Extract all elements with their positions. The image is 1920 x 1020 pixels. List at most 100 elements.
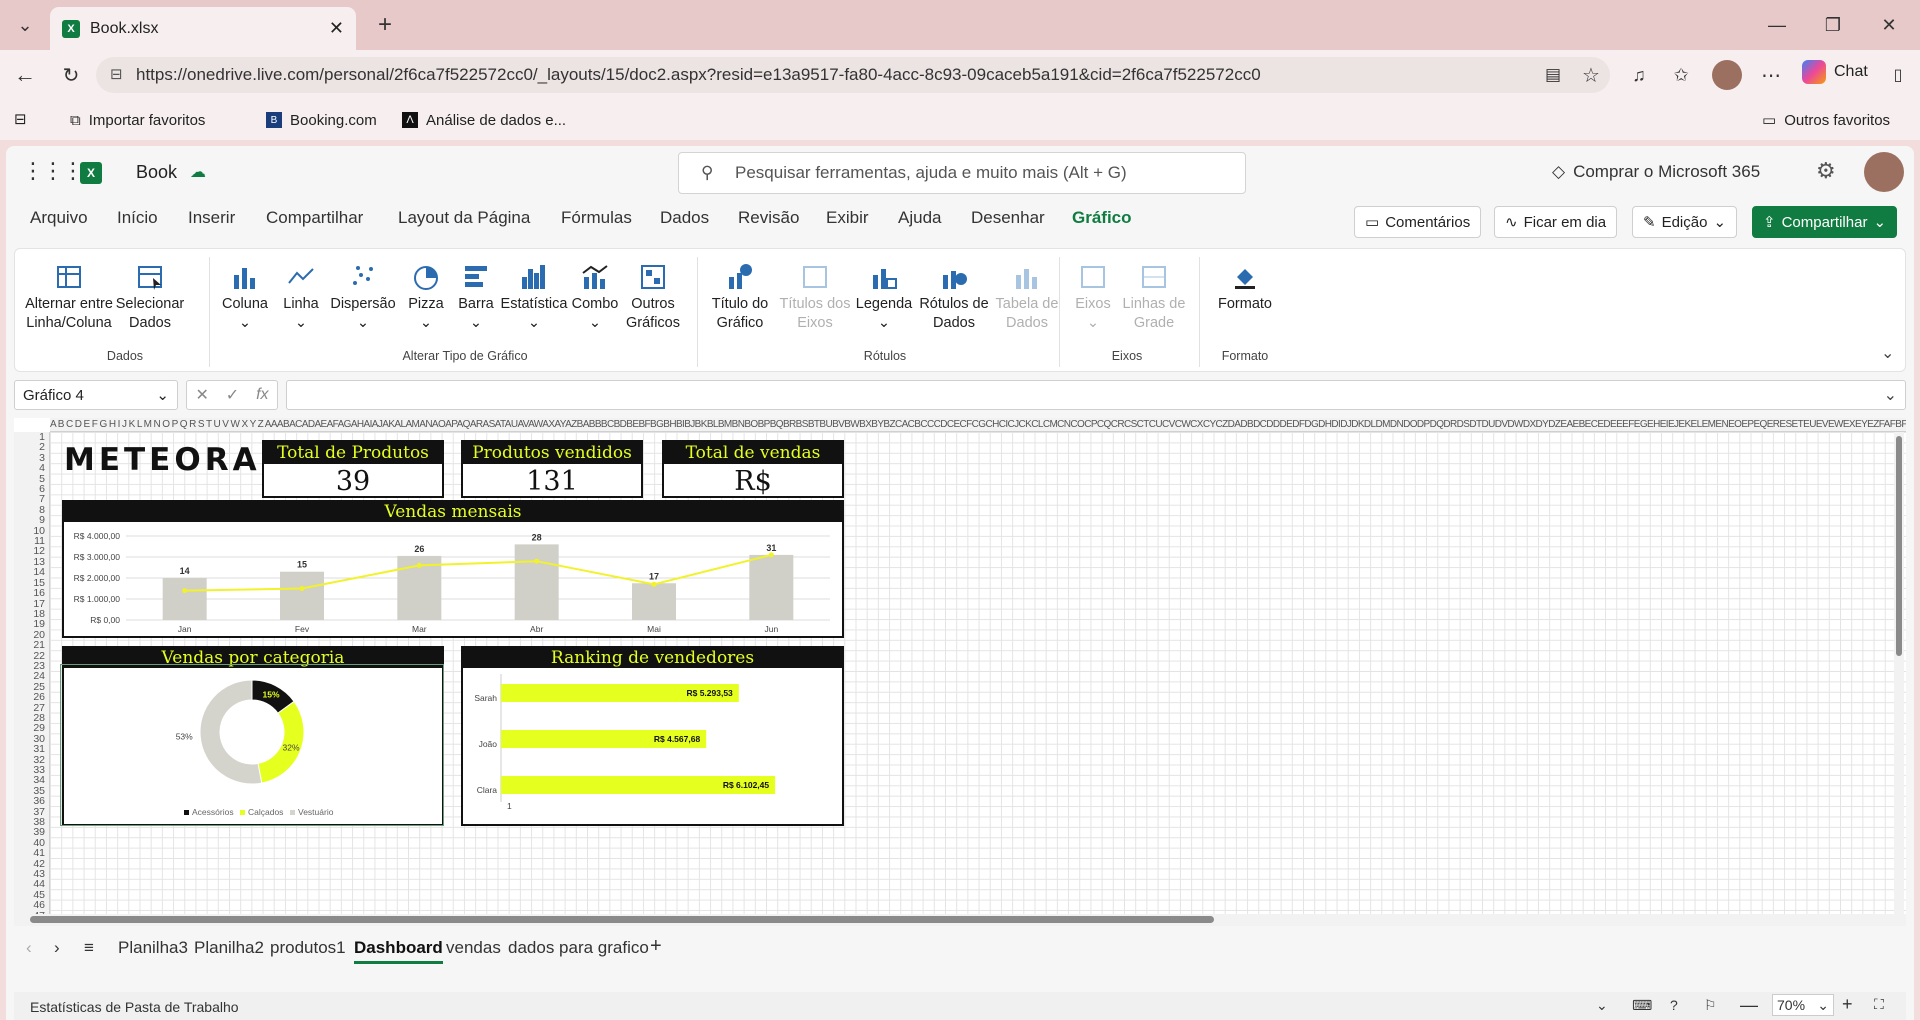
- menu-formulas[interactable]: Fórmulas: [561, 208, 632, 228]
- bar[interactable]: [632, 583, 676, 620]
- line-point[interactable]: [768, 552, 774, 558]
- saved-cloud-icon[interactable]: ☁: [190, 162, 206, 182]
- donut-slice[interactable]: [199, 679, 263, 785]
- search-box[interactable]: ⚲ Pesquisar ferramentas, ajuda e muito m…: [678, 152, 1246, 194]
- chart-title-button[interactable]: Título do Gráfico: [705, 255, 775, 333]
- line-point[interactable]: [416, 562, 422, 568]
- all-sheets-menu-icon[interactable]: ≡: [84, 938, 94, 958]
- menu-desenhar[interactable]: Desenhar: [971, 208, 1045, 228]
- kpi-total-vendas[interactable]: Total de vendas R$ 15.963,66: [662, 440, 844, 533]
- editing-mode-button[interactable]: ✎ Edição ⌄: [1632, 206, 1738, 238]
- line-point[interactable]: [182, 588, 188, 594]
- menu-layout[interactable]: Layout da Página: [398, 208, 530, 228]
- line-point[interactable]: [534, 558, 540, 564]
- browser-tab[interactable]: X Book.xlsx ✕: [50, 7, 356, 50]
- sheet-tab-produtos1[interactable]: produtos1: [270, 938, 346, 958]
- column-chart-button[interactable]: Coluna ⌄: [217, 255, 273, 333]
- app-launcher-icon[interactable]: ⋮⋮⋮: [22, 158, 84, 184]
- menu-inicio[interactable]: Início: [117, 208, 158, 228]
- menu-compartilhar[interactable]: Compartilhar: [266, 208, 363, 228]
- kpi-total-produtos[interactable]: Total de Produtos 39: [262, 440, 444, 498]
- axes-button[interactable]: Eixos ⌄: [1069, 255, 1117, 333]
- bar[interactable]: [162, 578, 207, 620]
- next-sheet-icon[interactable]: ›: [54, 938, 60, 958]
- fit-screen-icon[interactable]: ⛶: [1874, 996, 1884, 1013]
- menu-exibir[interactable]: Exibir: [826, 208, 869, 228]
- comments-button[interactable]: ▭ Comentários: [1354, 206, 1482, 238]
- sheet-tab-vendas[interactable]: vendas: [446, 938, 501, 958]
- zoom-in-icon[interactable]: +: [1842, 994, 1853, 1015]
- keyboard-icon[interactable]: ⌨: [1632, 997, 1652, 1014]
- back-icon[interactable]: ←: [2, 55, 48, 95]
- copilot-chat-button[interactable]: Chat: [1802, 60, 1868, 84]
- name-box[interactable]: Gráfico 4 ⌄: [14, 380, 178, 410]
- close-window-icon[interactable]: ✕: [1866, 5, 1912, 45]
- select-data-button[interactable]: Selecionar Dados: [115, 255, 185, 333]
- gridlines-button[interactable]: Linhas de Grade: [1119, 255, 1189, 333]
- statistic-chart-button[interactable]: Estatística ⌄: [499, 255, 569, 333]
- sheet-tab-dados-grafico[interactable]: dados para grafico: [508, 938, 649, 958]
- document-name[interactable]: Book: [136, 162, 177, 183]
- buy-microsoft-365[interactable]: ◇ Comprar o Microsoft 365: [1552, 162, 1760, 182]
- switch-row-column-button[interactable]: Alternar entre Linha/Coluna: [23, 255, 115, 333]
- close-tab-icon[interactable]: ✕: [329, 18, 344, 39]
- menu-arquivo[interactable]: Arquivo: [30, 208, 88, 228]
- help-icon[interactable]: ?: [1670, 997, 1678, 1013]
- favorite-booking[interactable]: B Booking.com: [266, 108, 377, 132]
- bar[interactable]: [514, 544, 559, 620]
- insert-function-icon[interactable]: fx: [256, 386, 268, 404]
- other-charts-button[interactable]: Outros Gráficos: [621, 255, 685, 333]
- line-point[interactable]: [299, 586, 305, 591]
- data-table-button[interactable]: Tabela de Dados: [989, 255, 1065, 333]
- feedback-icon[interactable]: ⚐: [1704, 997, 1717, 1014]
- legend-button[interactable]: Legenda ⌄: [851, 255, 917, 333]
- workbook-statistics[interactable]: Estatísticas de Pasta de Trabalho: [30, 999, 239, 1015]
- confirm-icon[interactable]: ✓: [226, 385, 239, 405]
- horizontal-scroll-thumb[interactable]: [30, 916, 1214, 923]
- maximize-icon[interactable]: ❐: [1810, 5, 1856, 45]
- pie-chart-button[interactable]: Pizza ⌄: [401, 255, 451, 333]
- favorite-star-icon[interactable]: ☆: [1568, 55, 1614, 95]
- line-point[interactable]: [651, 581, 657, 587]
- kpi-produtos-vendidos[interactable]: Produtos vendidos 131: [461, 440, 643, 498]
- combo-chart-button[interactable]: Combo ⌄: [569, 255, 621, 333]
- catch-up-button[interactable]: ∿ Ficar em dia: [1494, 206, 1618, 238]
- media-icon[interactable]: ♫: [1616, 55, 1662, 95]
- data-labels-button[interactable]: Rótulos de Dados: [913, 255, 995, 333]
- menu-revisao[interactable]: Revisão: [738, 208, 799, 228]
- zoom-out-icon[interactable]: —: [1740, 995, 1758, 1016]
- other-favorites[interactable]: ▭ Outros favoritos: [1762, 108, 1890, 132]
- zoom-select[interactable]: 70% ⌄: [1772, 994, 1834, 1016]
- seller-ranking-chart[interactable]: Ranking de vendedores Sarah R$ 5.293,53 Jo…: [461, 646, 844, 826]
- site-info-icon[interactable]: ⊟: [110, 65, 123, 83]
- horizontal-scrollbar[interactable]: [14, 914, 1906, 926]
- new-tab-icon[interactable]: +: [362, 5, 408, 45]
- category-sales-chart[interactable]: Vendas por categoria 15% 32% 53% Acessórios…: [62, 646, 444, 826]
- scatter-chart-button[interactable]: Dispersão ⌄: [327, 255, 399, 333]
- refresh-icon[interactable]: ↻: [48, 55, 94, 95]
- bar-chart-button[interactable]: Barra ⌄: [451, 255, 501, 333]
- vertical-scroll-thumb[interactable]: [1896, 436, 1902, 656]
- minimize-icon[interactable]: —: [1754, 5, 1800, 45]
- sheet-tab-planilha3[interactable]: Planilha3: [118, 938, 188, 958]
- prev-sheet-icon[interactable]: ‹: [26, 938, 32, 958]
- formula-input[interactable]: ⌄: [286, 380, 1906, 410]
- favorites-icon[interactable]: ✩: [1658, 55, 1704, 95]
- format-button[interactable]: Formato: [1207, 255, 1283, 314]
- ribbon-expand-chevron-icon[interactable]: ⌄: [1881, 343, 1894, 363]
- expand-formula-chevron-icon[interactable]: ⌄: [1884, 385, 1897, 405]
- vertical-scrollbar[interactable]: [1894, 432, 1904, 926]
- cancel-icon[interactable]: ✕: [195, 385, 208, 405]
- bar[interactable]: [280, 571, 324, 620]
- menu-inserir[interactable]: Inserir: [188, 208, 235, 228]
- menu-dados[interactable]: Dados: [660, 208, 709, 228]
- axis-titles-button[interactable]: Títulos dos Eixos: [777, 255, 853, 333]
- collections-icon[interactable]: ⊟: [14, 110, 27, 128]
- menu-ajuda[interactable]: Ajuda: [898, 208, 941, 228]
- sheet-tab-planilha2[interactable]: Planilha2: [194, 938, 264, 958]
- more-icon[interactable]: ⋯: [1748, 55, 1794, 95]
- profile-avatar[interactable]: [1712, 60, 1742, 90]
- sidebar-icon[interactable]: ▯: [1878, 55, 1918, 95]
- add-sheet-icon[interactable]: +: [650, 935, 662, 958]
- chevron-down-icon[interactable]: ⌄: [1596, 997, 1608, 1014]
